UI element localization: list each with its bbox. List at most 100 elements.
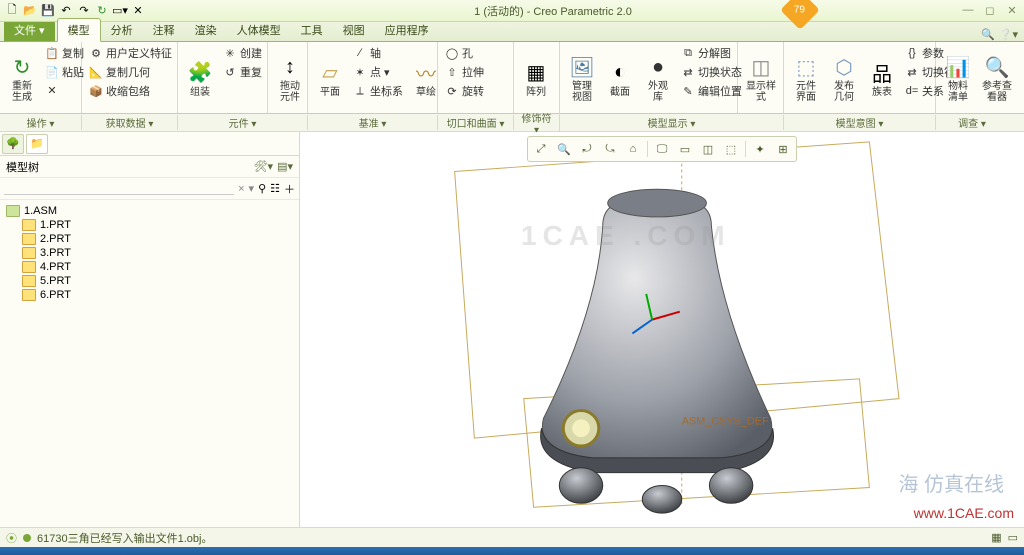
window-title: 1 (活动的) - Creo Parametric 2.0 [146,3,960,19]
pattern-button[interactable]: ▦阵列 [518,44,554,112]
regenerate-button[interactable]: ↻ 重新生成 [4,44,40,112]
display-style-button[interactable]: ◫显示样 式 [742,44,780,112]
grouplbl-datum[interactable]: 基准 ▾ [308,115,438,130]
tab-applications[interactable]: 应用程序 [375,19,439,41]
vt-refit-icon[interactable]: ⤢ [530,139,552,159]
tree-filter-icon[interactable]: ⚲ [258,182,266,195]
tree-show-icon[interactable]: ▤▾ [277,160,293,173]
shrinkwrap-button[interactable]: 📦收缩包络 [86,82,175,100]
taskbar-hint [0,547,1024,555]
tree-search-input[interactable] [4,182,234,195]
tab-annotate[interactable]: 注释 [143,19,185,41]
tree-item[interactable]: 1.PRT [22,218,293,232]
tree-find-icon[interactable]: ☷ [270,182,280,195]
paste-button[interactable]: 📄粘贴 [42,63,87,81]
section-icon: ◐ [606,59,634,87]
vt-display4-icon[interactable]: ⬚ [720,139,742,159]
family-table-button[interactable]: 品族表 [864,44,900,112]
vt-display2-icon[interactable]: ▭ [674,139,696,159]
tree-item[interactable]: 6.PRT [22,288,293,302]
maximize-button[interactable]: ◻ [982,4,998,17]
grouplbl-investigate[interactable]: 调查 ▾ [936,115,1008,130]
tree-item[interactable]: 2.PRT [22,232,293,246]
qat-open-icon[interactable]: 📂 [22,3,38,19]
tab-tools[interactable]: 工具 [291,19,333,41]
vt-annot-icon[interactable]: ⊞ [772,139,794,159]
search-icon[interactable]: 🔍 [981,28,995,41]
csys-button[interactable]: ⟂坐标系 [350,82,406,100]
udf-button[interactable]: ⚙用户定义特征 [86,44,175,62]
point-button[interactable]: ✶点▾ [350,63,406,81]
vt-home-icon[interactable]: ⌂ [622,139,644,159]
publish-geom-button[interactable]: ⬡发布 几何 [826,44,862,112]
tab-model[interactable]: 模型 [57,18,101,42]
grouplbl-cut[interactable]: 切口和曲面 ▾ [438,115,514,130]
minimize-button[interactable]: — [960,4,976,17]
tree-item[interactable]: 5.PRT [22,274,293,288]
tab-view[interactable]: 视图 [333,19,375,41]
copy-button[interactable]: 📋复制 [42,44,87,62]
tree-search-clear[interactable]: × [238,183,244,195]
drag-component-button[interactable]: ↕拖动 元件 [272,44,308,112]
copy-geom-button[interactable]: 📐复制几何 [86,63,175,81]
tree-add-icon[interactable]: ＋ [284,181,295,197]
folder-tab[interactable]: 📁 [26,134,48,154]
grouplbl-component[interactable]: 元件 ▾ [178,115,308,130]
comp-extra[interactable] [220,82,265,98]
tab-render[interactable]: 渲染 [185,19,227,41]
toggle-state-button[interactable]: ⇄切换状态 [678,63,745,81]
close-button[interactable]: ✕ [1004,4,1020,17]
qat-undo-icon[interactable]: ↶ [58,3,74,19]
vt-zoomin-icon[interactable]: ⤾ [576,139,598,159]
publish-icon: ⬡ [830,53,858,81]
qat-new-icon[interactable]: 🗋 [4,3,20,19]
vt-display3-icon[interactable]: ◫ [697,139,719,159]
status-back-icon[interactable]: ⦿ [6,530,17,546]
hole-button[interactable]: ◯孔 [442,44,487,62]
appearance-button[interactable]: ●外观 库 [640,44,676,112]
axis-button[interactable]: ∕轴 [350,44,406,62]
extrude-button[interactable]: ⇧拉伸 [442,63,487,81]
grouplbl-display[interactable]: 模型显示 ▾ [560,115,784,130]
grouplbl-intent[interactable]: 模型意图 ▾ [784,115,936,130]
graphics-viewport[interactable]: ⤢ 🔍 ⤾ ⤿ ⌂ 🖵 ▭ ◫ ⬚ ✦ ⊞ [300,132,1024,527]
tree-item[interactable]: 4.PRT [22,260,293,274]
vt-zoom-icon[interactable]: 🔍 [553,139,575,159]
qat-save-icon[interactable]: 💾 [40,3,56,19]
bom-icon: 📊 [944,53,972,81]
prt-icon [22,219,36,231]
section-button[interactable]: ◐截面 [602,44,638,112]
ref-viewer-button[interactable]: 🔍参考查 看器 [978,44,1016,112]
edit-pos-button[interactable]: ✎编辑位置 [678,82,745,100]
explode-button[interactable]: ⧉分解图 [678,44,745,62]
help-dropdown-icon[interactable]: ❔▾ [999,28,1018,41]
vt-zoomout-icon[interactable]: ⤿ [599,139,621,159]
bom-button[interactable]: 📊物料 清单 [940,44,976,112]
tree-settings-icon[interactable]: 🛠▾ [254,160,274,173]
tree-tab[interactable]: 🌳 [2,134,24,154]
tree-item[interactable]: 3.PRT [22,246,293,260]
tree-root[interactable]: 1.ASM [6,204,293,218]
qat-redo-icon[interactable]: ↷ [76,3,92,19]
app-window: 🗋 📂 💾 ↶ ↷ ↻ ▭▾ ✕ 1 (活动的) - Creo Parametr… [0,0,1024,555]
vt-display1-icon[interactable]: 🖵 [651,139,673,159]
qat-windows-icon[interactable]: ▭▾ [112,3,128,19]
grouplbl-getdata[interactable]: 获取数据 ▾ [82,115,178,130]
revolve-button[interactable]: ⟳旋转 [442,82,487,100]
create-button[interactable]: ✳创建 [220,44,265,62]
repeat-button[interactable]: ↺重复 [220,63,265,81]
qat-regen-icon[interactable]: ↻ [94,3,110,19]
tab-manikin[interactable]: 人体模型 [227,19,291,41]
grouplbl-operate[interactable]: 操作 ▾ [0,115,82,130]
comp-interface-button[interactable]: ⬚元件 界面 [788,44,824,112]
status-extra-icon2[interactable]: ▭ [1008,531,1018,544]
tab-file[interactable]: 文件 ▾ [4,19,55,41]
status-extra-icon[interactable]: ▦ [991,531,1001,544]
assemble-button[interactable]: 🧩组装 [182,44,218,112]
op-extra[interactable]: ✕ [42,82,87,98]
qat-close-icon[interactable]: ✕ [130,3,146,19]
tab-analysis[interactable]: 分析 [101,19,143,41]
manage-views-button[interactable]: 🖼管理视图 [564,44,600,112]
vt-datum-icon[interactable]: ✦ [749,139,771,159]
plane-button[interactable]: ▱平面 [312,44,348,112]
